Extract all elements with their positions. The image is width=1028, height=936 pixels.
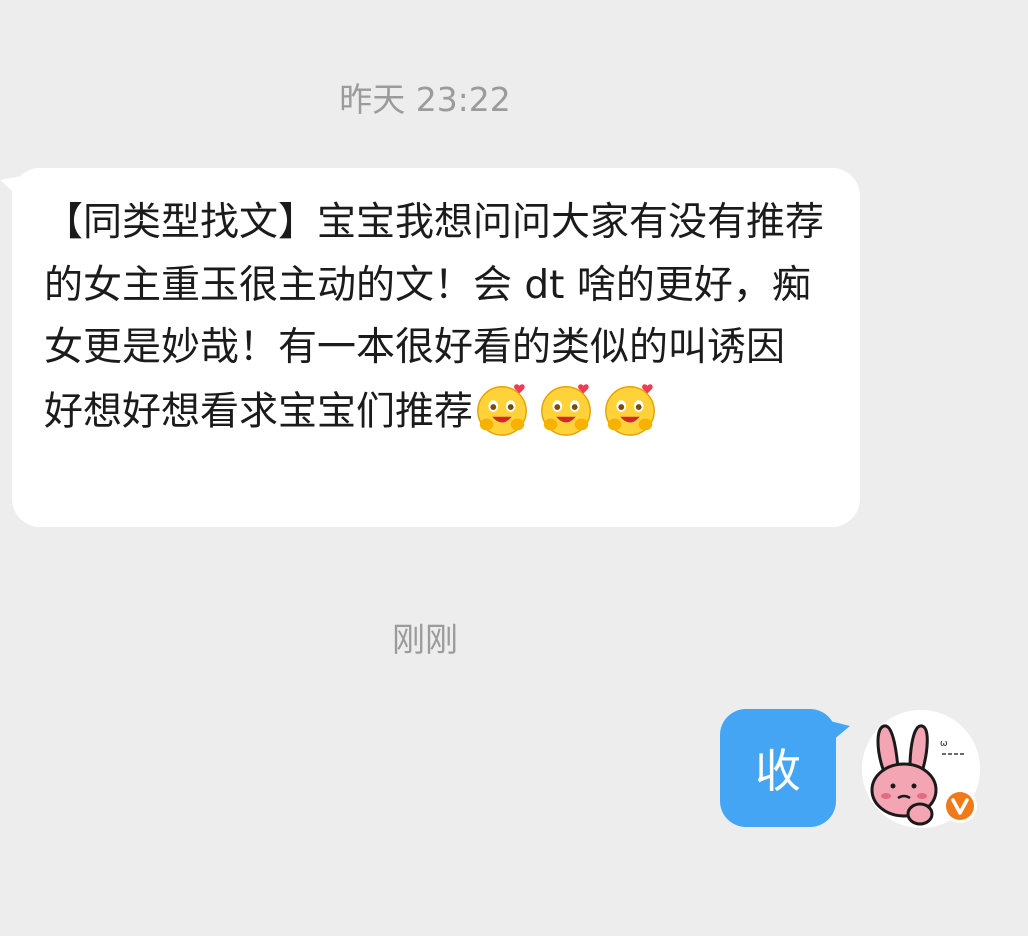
hug-hearts-emoji-icon: [477, 383, 527, 436]
hug-hearts-emoji-icon: [541, 383, 591, 436]
timestamp-yesterday: 昨天 23:22: [339, 80, 511, 119]
verified-badge-icon: [943, 789, 977, 823]
outgoing-message-bubble[interactable]: 收: [720, 709, 836, 827]
emoji-row: [473, 380, 665, 448]
timestamp-just-now: 刚刚: [392, 620, 458, 659]
incoming-message-text: 【同类型找文】宝宝我想问问大家有没有推荐的女主重玉很主动的文！会 dt 啥的更好…: [44, 192, 834, 447]
outgoing-bubble-tail: [826, 720, 850, 746]
incoming-message-bubble[interactable]: 【同类型找文】宝宝我想问问大家有没有推荐的女主重玉很主动的文！会 dt 啥的更好…: [12, 168, 860, 527]
svg-text:ω: ω: [940, 739, 948, 749]
outgoing-message-text: 收: [755, 744, 801, 798]
hug-hearts-emoji-icon: [605, 383, 655, 436]
